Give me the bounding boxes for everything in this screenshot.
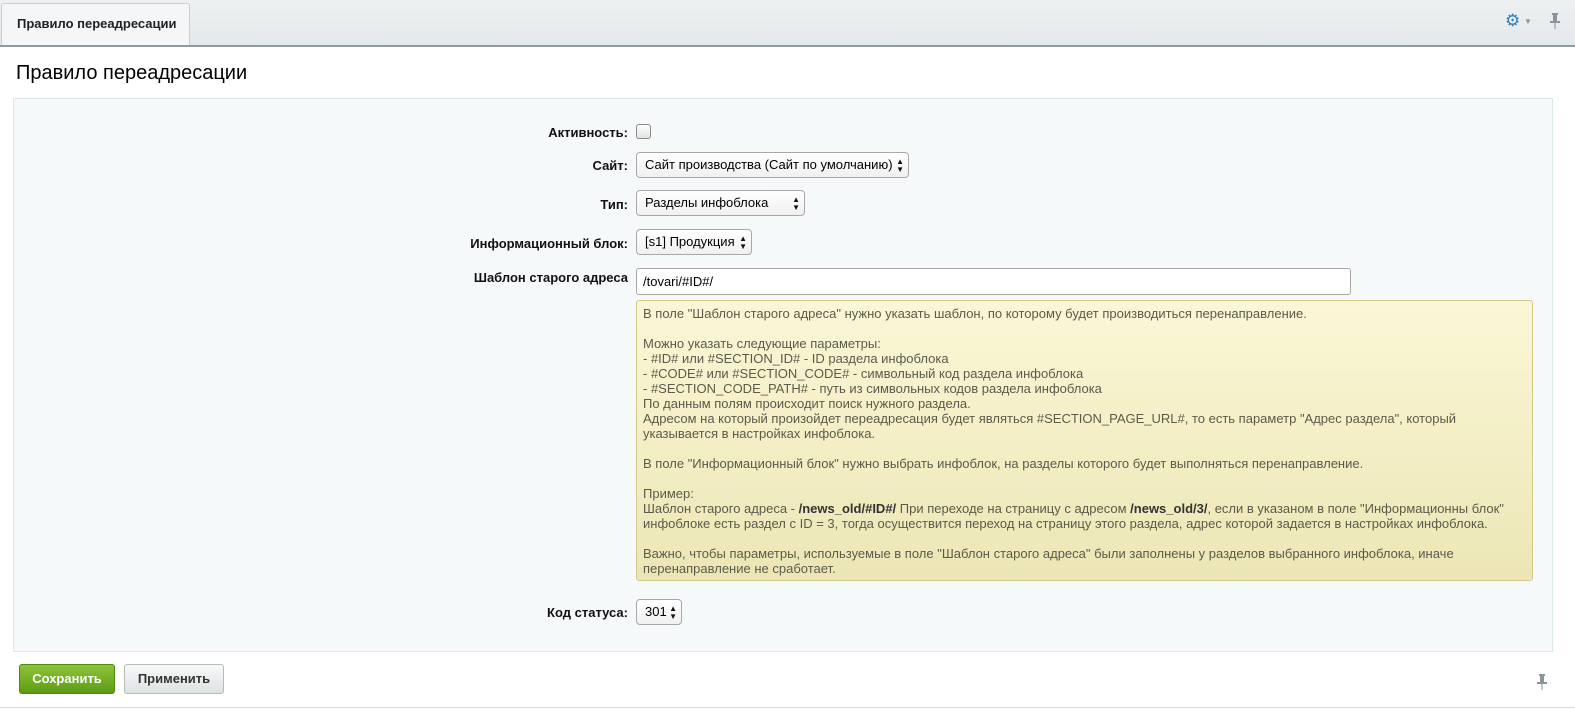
footer-divider: [0, 707, 1575, 708]
site-select[interactable]: Сайт производства (Сайт по умолчанию) ▲ ▼: [636, 152, 909, 178]
page-title: Правило переадресации: [16, 62, 248, 84]
select-arrows-icon: ▲ ▼: [739, 234, 747, 251]
tab-bar-divider: [0, 45, 1575, 47]
select-arrows-icon: ▲ ▼: [669, 604, 677, 621]
active-checkbox[interactable]: [636, 124, 651, 139]
hint-text: - #CODE# или #SECTION_CODE# - символьный…: [643, 366, 1084, 381]
hint-text: По данным полям происходит поиск нужного…: [643, 396, 971, 411]
hint-text: Можно указать следующие параметры:: [643, 336, 881, 351]
hint-text: Важно, чтобы параметры, используемые в п…: [643, 546, 1454, 576]
active-label: Активность:: [548, 125, 628, 140]
save-button[interactable]: Сохранить: [19, 664, 115, 694]
pin-icon[interactable]: [1535, 673, 1549, 691]
hint-text: Адресом на который произойдет переадреса…: [643, 411, 1457, 441]
hint-text: - #SECTION_CODE_PATH# - путь из символьн…: [643, 381, 1102, 396]
hint-example: Шаблон старого адреса - /news_old/#ID#/ …: [643, 501, 1504, 531]
gear-icon: ⚙: [1505, 11, 1521, 30]
status-label: Код статуса:: [547, 605, 628, 620]
apply-button[interactable]: Применить: [124, 664, 224, 694]
hint-text: В поле "Информационный блок" нужно выбра…: [643, 456, 1364, 471]
select-arrows-icon: ▲ ▼: [792, 195, 800, 212]
iblock-label: Информационный блок:: [470, 236, 628, 251]
status-select-value: 301: [645, 604, 667, 619]
template-input[interactable]: [636, 268, 1351, 295]
select-arrows-icon: ▲ ▼: [896, 157, 904, 174]
hint-text: В поле "Шаблон старого адреса" нужно ука…: [643, 306, 1307, 321]
hint-text: - #ID# или #SECTION_ID# - ID раздела инф…: [643, 351, 949, 366]
tab-redirect-rule[interactable]: Правило переадресации: [1, 3, 190, 47]
type-label: Тип:: [600, 197, 628, 212]
status-select[interactable]: 301 ▲ ▼: [636, 599, 682, 625]
chevron-down-icon: ▼: [1524, 17, 1532, 26]
iblock-select[interactable]: [s1] Продукция ▲ ▼: [636, 229, 752, 255]
iblock-select-value: [s1] Продукция: [645, 234, 735, 249]
template-label: Шаблон старого адреса: [473, 270, 628, 285]
tab-bar: Правило переадресации ⚙ ▼: [0, 0, 1575, 47]
template-hint: В поле "Шаблон старого адреса" нужно ука…: [636, 300, 1533, 581]
site-label: Сайт:: [592, 158, 628, 173]
type-select-value: Разделы инфоблока: [645, 195, 769, 210]
pin-icon[interactable]: [1548, 12, 1562, 30]
type-select[interactable]: Разделы инфоблока ▲ ▼: [636, 190, 805, 216]
hint-text: Пример:: [643, 486, 694, 501]
settings-menu-button[interactable]: ⚙ ▼: [1505, 11, 1535, 31]
site-select-value: Сайт производства (Сайт по умолчанию): [645, 157, 893, 172]
